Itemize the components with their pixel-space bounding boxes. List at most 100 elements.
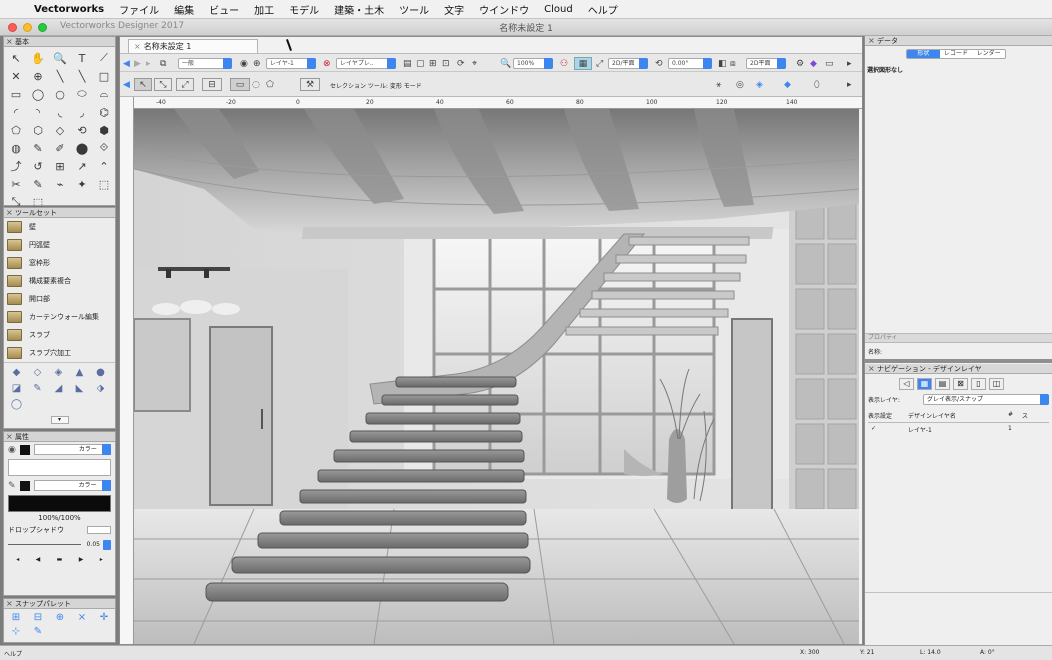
back-icon[interactable]: ◀: [123, 57, 130, 70]
flyover-icon[interactable]: ⌖: [472, 57, 477, 70]
view-extra-icon[interactable]: ▭: [825, 57, 834, 70]
toolset-scroll-down-button[interactable]: ▾: [50, 416, 69, 424]
zoom-icon[interactable]: 🔍: [500, 57, 511, 70]
toolset-tab-9-icon[interactable]: ⬗: [90, 380, 111, 396]
basic-tool-14-icon[interactable]: ⌓: [93, 85, 115, 103]
snap-3-icon[interactable]: ⨯: [71, 610, 93, 624]
basic-tool-29-icon[interactable]: ⟐: [93, 139, 115, 157]
basic-tool-5-icon[interactable]: ✕: [5, 67, 27, 85]
basic-tool-17-icon[interactable]: ◟: [49, 103, 71, 121]
mode-marquee-icon[interactable]: ⊟: [202, 78, 222, 91]
basic-tool-30-icon[interactable]: ⤴: [5, 157, 27, 175]
layer-dropdown[interactable]: レイヤ-1: [266, 58, 316, 69]
marker-style-button[interactable]: ▬: [57, 556, 63, 563]
fit-icon[interactable]: ⊡: [442, 57, 450, 70]
basic-tool-0-icon[interactable]: ↖: [5, 49, 27, 67]
col-layer-name[interactable]: デザインレイヤ名: [908, 411, 1008, 420]
toolset-item[interactable]: カーテンウォール編集: [4, 308, 115, 326]
menu-file[interactable]: ファイル: [119, 2, 159, 17]
snap-2-icon[interactable]: ⊕: [49, 610, 71, 624]
rotation-icon[interactable]: ⟲: [655, 57, 663, 70]
nav-ref-icon[interactable]: ◫: [989, 378, 1004, 390]
basic-tool-32-icon[interactable]: ⊞: [49, 157, 71, 175]
nav-view-icon[interactable]: ⊠: [953, 378, 968, 390]
fill-style-swatch[interactable]: [19, 444, 30, 455]
marker-start-button[interactable]: ◂: [16, 556, 19, 563]
basic-tool-31-icon[interactable]: ↺: [27, 157, 49, 175]
opacity-value[interactable]: 100%/100%: [4, 514, 115, 522]
line-weight-value[interactable]: 0.05: [87, 541, 100, 548]
pan-icon[interactable]: ⚇: [560, 57, 568, 70]
toolset-tab-5-icon[interactable]: ◪: [6, 380, 27, 396]
layer-preset-dropdown[interactable]: レイヤプレ..: [336, 58, 396, 69]
view-orient-icon[interactable]: ⤢: [596, 57, 603, 70]
basic-tool-8-icon[interactable]: ╲: [71, 67, 93, 85]
toolset-tab-6-icon[interactable]: ✎: [27, 380, 48, 396]
basic-tool-11-icon[interactable]: ◯: [27, 85, 49, 103]
layer-options-icon[interactable]: ⊕: [253, 57, 261, 70]
basic-tool-33-icon[interactable]: ↗: [71, 157, 93, 175]
refresh-icon[interactable]: ⟳: [457, 57, 465, 70]
toolset-item[interactable]: 窓枠形: [4, 254, 115, 272]
tab-render[interactable]: レンダー: [972, 50, 1005, 58]
marker-prev-button[interactable]: ◀: [36, 556, 41, 563]
toolset-tab-10-icon[interactable]: ◯: [6, 396, 27, 412]
layer-mode-dropdown[interactable]: グレイ表示/スナップ: [923, 394, 1049, 405]
menu-help[interactable]: ヘルプ: [588, 2, 618, 17]
basic-tool-25-icon[interactable]: ◍: [5, 139, 27, 157]
page-icon[interactable]: ▤: [403, 57, 412, 70]
toolset-tab-3-icon[interactable]: ▲: [69, 364, 90, 380]
basic-tool-13-icon[interactable]: ⬭: [71, 85, 93, 103]
line-weight-dropdown[interactable]: [103, 539, 111, 550]
toolset-tab-8-icon[interactable]: ◣: [69, 380, 90, 396]
forward-icon[interactable]: ▶: [134, 57, 141, 70]
basic-tool-27-icon[interactable]: ✐: [49, 139, 71, 157]
pen-style-swatch[interactable]: [19, 480, 30, 491]
basic-tool-18-icon[interactable]: ◞: [71, 103, 93, 121]
menu-window[interactable]: ウインドウ: [479, 2, 529, 17]
toolset-item[interactable]: スラブ穴加工: [4, 344, 115, 362]
toolset-tab-7-icon[interactable]: ◢: [48, 380, 69, 396]
menu-cloud[interactable]: Cloud: [544, 4, 573, 15]
mode-tool-b-icon[interactable]: ◎: [736, 78, 744, 91]
menu-view[interactable]: ビュー: [209, 2, 239, 17]
overflow-arrow-icon[interactable]: ▸: [847, 57, 852, 70]
basic-tool-1-icon[interactable]: ✋: [27, 49, 49, 67]
toolset-item[interactable]: 構成要素複合: [4, 272, 115, 290]
drop-shadow-toggle[interactable]: [87, 525, 111, 534]
layer-stack-icon[interactable]: ⊗: [323, 57, 331, 70]
menu-modify[interactable]: 加工: [254, 2, 274, 17]
nav-sheet-icon[interactable]: ▤: [935, 378, 950, 390]
mode-lasso-icon[interactable]: ◌: [252, 78, 260, 91]
lighting-icon[interactable]: ◆: [810, 57, 817, 70]
mode-reshape-icon[interactable]: ⤢: [176, 78, 194, 91]
basic-tool-34-icon[interactable]: ⌃: [93, 157, 115, 175]
toolset-tab-2-icon[interactable]: ◈: [48, 364, 69, 380]
mode-select-icon[interactable]: ↖: [134, 78, 152, 91]
marker-next-button[interactable]: ▶: [79, 556, 84, 563]
basic-tool-15-icon[interactable]: ◜: [5, 103, 27, 121]
basic-tool-6-icon[interactable]: ⊕: [27, 67, 49, 85]
layer-visibility-icon[interactable]: ◉: [240, 57, 248, 70]
menu-edit[interactable]: 編集: [174, 2, 194, 17]
basic-tool-2-icon[interactable]: 🔍: [49, 49, 71, 67]
col-stack[interactable]: ス: [1022, 411, 1052, 420]
layer-name[interactable]: レイヤ-1: [908, 425, 1008, 434]
layer-visible-check[interactable]: ✓: [868, 425, 908, 434]
toolset-item[interactable]: 開口部: [4, 290, 115, 308]
snap-6-icon[interactable]: ✎: [27, 624, 49, 638]
menu-text[interactable]: 文字: [444, 2, 464, 17]
view-icon[interactable]: ▸: [146, 57, 151, 70]
basic-tool-22-icon[interactable]: ◇: [49, 121, 71, 139]
menu-model[interactable]: モデル: [289, 2, 319, 17]
snap-0-icon[interactable]: ⊞: [5, 610, 27, 624]
basic-tool-23-icon[interactable]: ⟲: [71, 121, 93, 139]
angle-dropdown[interactable]: 0.00°: [668, 58, 712, 69]
menu-tools[interactable]: ツール: [399, 2, 429, 17]
basic-tool-37-icon[interactable]: ⌁: [49, 175, 71, 193]
close-tab-icon[interactable]: ×: [134, 42, 141, 51]
tab-shape[interactable]: 形状: [907, 50, 940, 58]
history-back-icon[interactable]: ◀: [123, 78, 130, 91]
mode-tool-a-icon[interactable]: ⚹: [716, 78, 721, 91]
nav-class-icon[interactable]: ◁: [899, 378, 914, 390]
